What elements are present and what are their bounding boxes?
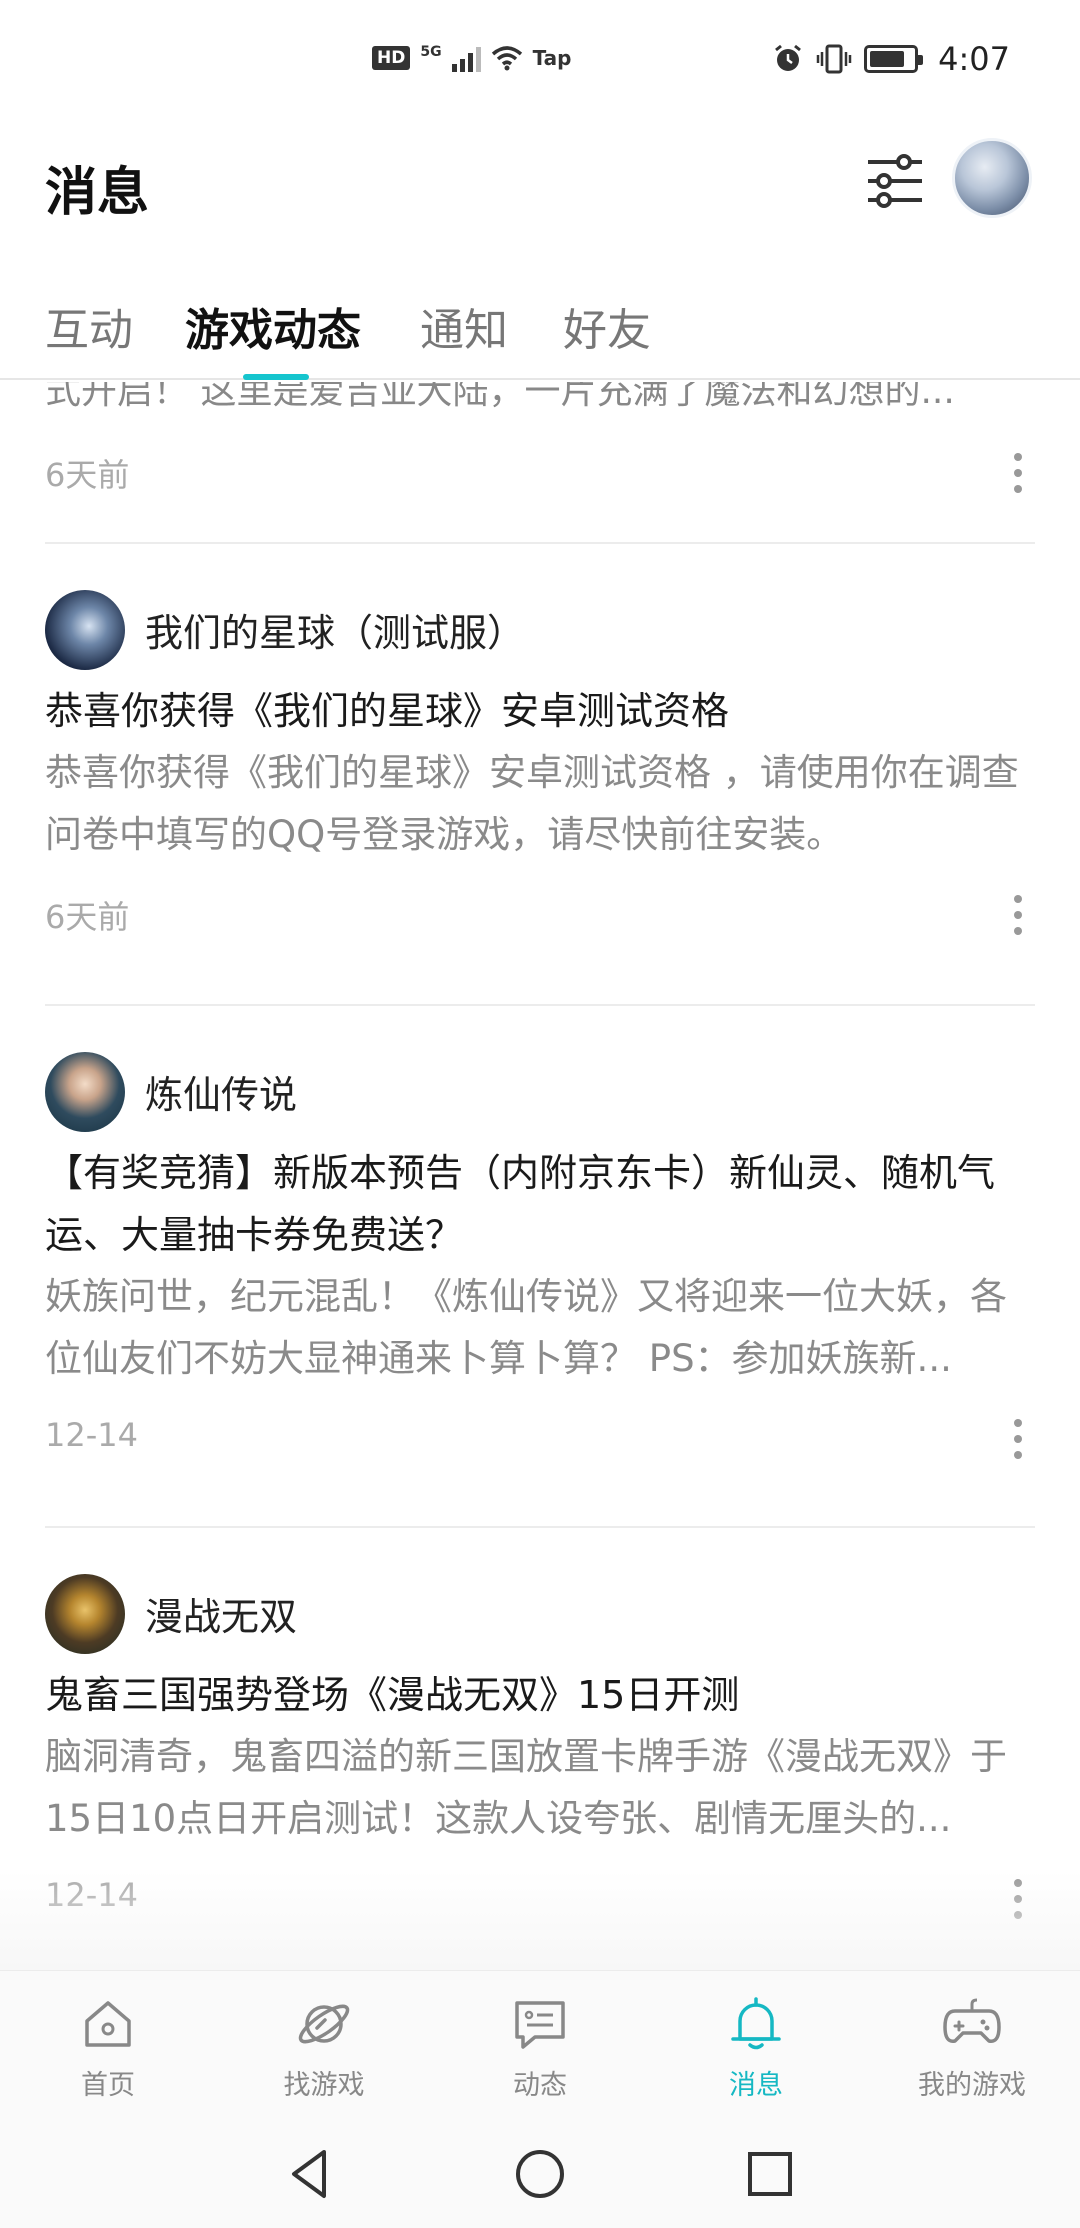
nav-home[interactable]: 首页 (0, 1971, 216, 2121)
back-icon[interactable] (280, 2144, 340, 2204)
post-body: 脑洞清奇，鬼畜四溢的新三国放置卡牌手游《漫战无双》于15日10点日开启测试！这款… (45, 1735, 1007, 1840)
post-body: 妖族问世，纪元混乱！《炼仙传说》又将迎来一位大妖，各位仙友们不妨大显神通来卜算卜… (45, 1275, 1007, 1380)
message-feed[interactable]: 式开启！ 这里是爱吉亚大陆，一片充满了魔法和幻想的... 6天前 我们的星球（测… (0, 382, 1080, 1972)
list-item[interactable]: 我们的星球（测试服） 恭喜你获得《我们的星球》安卓测试资格 恭喜你获得《我们的星… (0, 544, 1080, 1004)
post-time: 12-14 (45, 1876, 138, 1914)
post-body: 式开启！ 这里是爱吉亚大陆，一片充满了魔法和幻想的... (45, 382, 955, 412)
post-body: 恭喜你获得《我们的星球》安卓测试资格 ，请使用你在调查问卷中填写的QQ号登录游戏… (45, 751, 1019, 856)
tab-bar: 互动 游戏动态 通知 好友 (0, 280, 1080, 380)
system-nav-bar (0, 2120, 1080, 2228)
post-time: 6天前 (45, 898, 130, 936)
filter-button[interactable] (860, 146, 930, 216)
network-type: 5G (420, 44, 442, 60)
game-name[interactable]: 我们的星球（测试服） (145, 602, 525, 657)
gamepad-icon (943, 1998, 1001, 2043)
sliders-icon (868, 154, 922, 208)
nav-label: 动态 (513, 2070, 567, 2101)
tab-interaction[interactable]: 互动 (45, 294, 133, 358)
post-title: 鬼畜三国强势登场《漫战无双》15日开测 (45, 1673, 740, 1717)
page-title: 消息 (45, 163, 150, 223)
status-indicators: HD 5G Tap (372, 44, 571, 72)
home-icon (85, 2001, 131, 2047)
status-right: 4:07 (772, 40, 1010, 78)
bottom-nav: 首页 找游戏 动态 消息 我的游戏 (0, 1970, 1080, 2120)
nav-my-games[interactable]: 我的游戏 (864, 1971, 1080, 2121)
list-item[interactable]: 炼仙传说 【有奖竞猜】新版本预告（内附京东卡）新仙灵、随机气运、大量抽卡券免费送… (0, 1006, 1080, 1526)
game-name[interactable]: 漫战无双 (145, 1586, 297, 1641)
home-circle-icon[interactable] (510, 2144, 570, 2204)
more-options-button[interactable] (1000, 1414, 1036, 1464)
post-time: 12-14 (45, 1416, 138, 1454)
nav-feed[interactable]: 动态 (432, 1971, 648, 2121)
game-avatar-icon[interactable] (45, 590, 125, 670)
signal-icon (451, 44, 481, 72)
planet-icon (298, 2004, 350, 2044)
user-avatar[interactable] (952, 138, 1032, 218)
tab-game-news[interactable]: 游戏动态 (185, 294, 361, 358)
chat-icon (515, 2001, 565, 2049)
nav-label: 首页 (81, 2070, 135, 2101)
wifi-icon (491, 46, 522, 71)
post-title: 【有奖竞猜】新版本预告（内附京东卡）新仙灵、随机气运、大量抽卡券免费送？ (45, 1151, 996, 1257)
clock: 4:07 (938, 40, 1010, 78)
vibrate-icon (816, 44, 852, 74)
game-name[interactable]: 炼仙传说 (145, 1064, 297, 1119)
nav-label: 我的游戏 (918, 2070, 1026, 2101)
more-options-button[interactable] (1000, 1874, 1036, 1924)
post-title: 恭喜你获得《我们的星球》安卓测试资格 (45, 689, 730, 733)
more-options-button[interactable] (1000, 448, 1036, 498)
game-avatar-icon[interactable] (45, 1574, 125, 1654)
bell-icon (731, 1997, 781, 2050)
tap-indicator: Tap (532, 46, 572, 70)
alarm-icon (775, 44, 802, 71)
nav-label: 找游戏 (283, 2070, 365, 2101)
status-bar: HD 5G Tap 4:07 (0, 0, 1080, 120)
nav-messages[interactable]: 消息 (648, 1971, 864, 2121)
nav-label: 消息 (729, 2070, 783, 2101)
game-avatar-icon[interactable] (45, 1052, 125, 1132)
list-item[interactable]: 漫战无双 鬼畜三国强势登场《漫战无双》15日开测 脑洞清奇，鬼畜四溢的新三国放置… (0, 1528, 1080, 1972)
tab-indicator (243, 374, 309, 380)
nav-discover[interactable]: 找游戏 (216, 1971, 432, 2121)
hd-badge: HD (372, 46, 411, 70)
post-time: 6天前 (45, 456, 130, 494)
recents-icon[interactable] (740, 2144, 800, 2204)
tab-friends[interactable]: 好友 (563, 294, 651, 358)
header: 消息 (0, 120, 1080, 260)
tab-notifications[interactable]: 通知 (420, 294, 508, 358)
more-options-button[interactable] (1000, 890, 1036, 940)
battery-icon (864, 45, 924, 73)
